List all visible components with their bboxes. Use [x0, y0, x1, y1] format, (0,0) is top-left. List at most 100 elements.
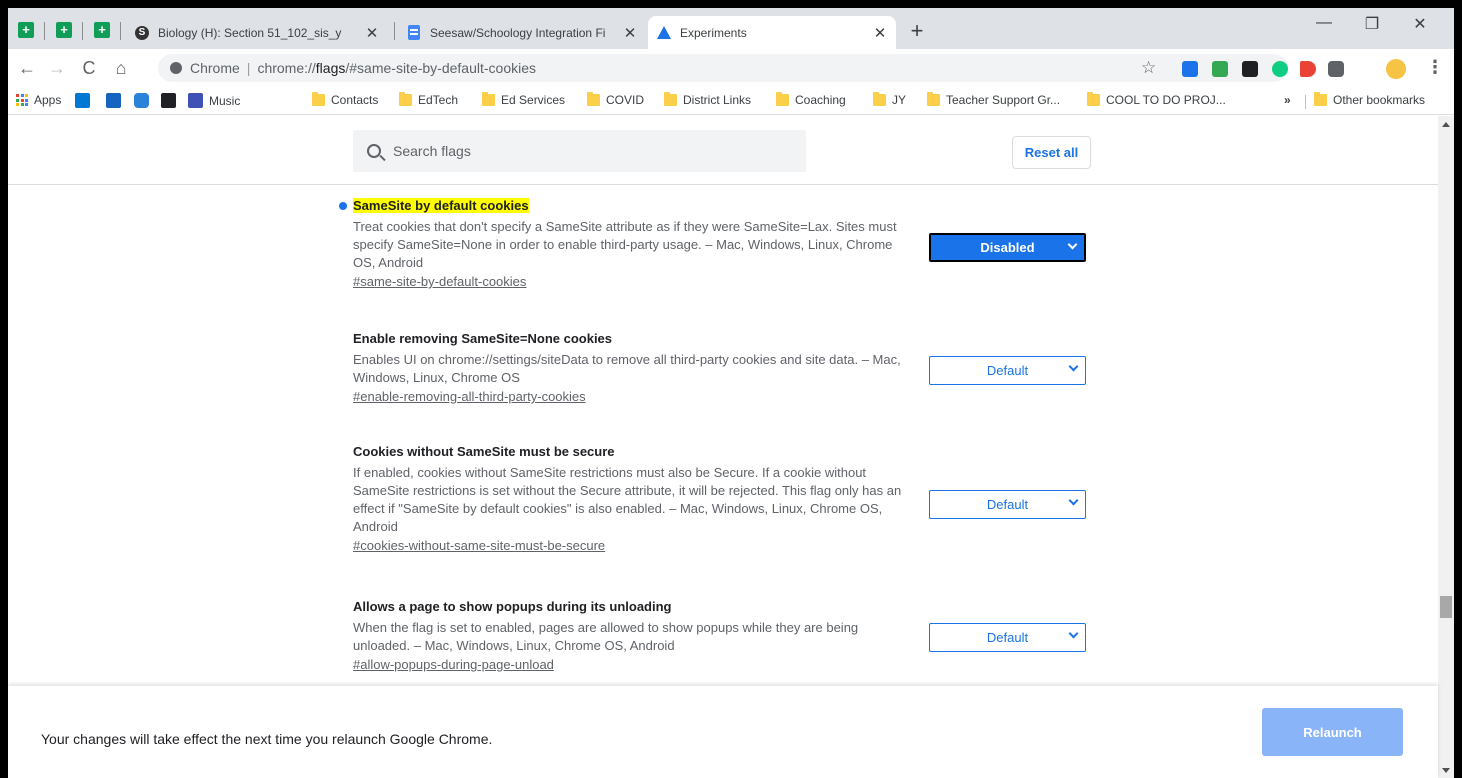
flag-link[interactable]: #cookies-without-same-site-must-be-secur…: [353, 536, 913, 556]
bookmarks-overflow-button[interactable]: »: [1284, 93, 1291, 107]
flag-select[interactable]: Disabled: [929, 233, 1086, 262]
browser-window: + + + S Biology (H): Section 51_102_sis_…: [8, 8, 1454, 778]
url-separator: |: [246, 60, 251, 76]
bookmark-separator: [1305, 95, 1306, 109]
pinned-tab-sheets-3[interactable]: +: [88, 16, 116, 44]
music-icon: [188, 93, 203, 108]
flag-title: SameSite by default cookies: [353, 198, 529, 213]
extension-green-icon[interactable]: [1212, 61, 1228, 77]
back-button[interactable]: ←: [16, 57, 38, 79]
modified-dot-icon: [339, 202, 347, 210]
bookmarks-bar: Apps Music Contacts EdTech Ed Services C…: [8, 87, 1454, 115]
flag-item: Allows a page to show popups during its …: [353, 599, 913, 675]
sheets-icon: +: [56, 22, 72, 38]
pinned-tab-sheets-1[interactable]: +: [12, 16, 40, 44]
folder-icon: [587, 92, 600, 106]
bookmark-teacher-support[interactable]: Teacher Support Gr...: [927, 92, 1060, 107]
flag-select[interactable]: Default: [929, 356, 1086, 385]
minimize-button[interactable]: —: [1306, 14, 1342, 32]
flag-select[interactable]: Default: [929, 490, 1086, 519]
tab-seesaw[interactable]: Seesaw/Schoology Integration Fi ✕: [398, 16, 646, 49]
bookmark-label: Other bookmarks: [1333, 93, 1426, 107]
toolbar: ← → C ⌂ Chrome | chrome://flags/#same-si…: [8, 49, 1454, 87]
flag-link[interactable]: #allow-popups-during-page-unload: [353, 655, 913, 675]
bookmark-cool-to-do[interactable]: COOL TO DO PROJ...: [1087, 92, 1226, 107]
bookmark-blue[interactable]: [106, 93, 121, 108]
bookmark-ed-services[interactable]: Ed Services: [482, 92, 566, 107]
bookmark-label: COOL TO DO PROJ...: [1106, 93, 1226, 107]
bookmark-coaching[interactable]: Coaching: [776, 92, 846, 107]
bookmark-star-icon[interactable]: ☆: [1141, 58, 1156, 78]
home-button[interactable]: ⌂: [110, 57, 132, 79]
flag-description: If enabled, cookies without SameSite res…: [353, 465, 902, 534]
bookmark-edtech[interactable]: EdTech: [399, 92, 459, 107]
reset-all-button[interactable]: Reset all: [1012, 136, 1091, 169]
select-value: Default: [986, 630, 1029, 645]
outlook-icon: [75, 93, 90, 108]
bookmark-chat[interactable]: [134, 93, 149, 108]
app-icon: [106, 93, 121, 108]
search-icon: [367, 144, 381, 158]
bookmark-label: EdTech: [418, 93, 459, 107]
site-label: Chrome: [190, 60, 240, 76]
address-bar[interactable]: Chrome | chrome://flags/#same-site-by-de…: [158, 54, 1288, 82]
flag-item: Cookies without SameSite must be secure …: [353, 444, 913, 556]
bookmark-outlook[interactable]: [75, 93, 90, 108]
bookmark-label: District Links: [683, 93, 752, 107]
chat-icon: [134, 93, 149, 108]
bookmark-music[interactable]: Music: [188, 93, 240, 108]
close-tab-icon[interactable]: ✕: [622, 24, 638, 42]
bookmark-label: Ed Services: [501, 93, 566, 107]
folder-icon: [399, 92, 412, 106]
folder-icon: [664, 92, 677, 106]
page-scrollbar[interactable]: [1438, 116, 1454, 778]
folder-icon: [482, 92, 495, 106]
scroll-down-icon[interactable]: [1442, 768, 1450, 773]
reload-button[interactable]: C: [78, 57, 100, 79]
extension-c-icon[interactable]: [1182, 61, 1198, 77]
scrollbar-thumb[interactable]: [1440, 596, 1452, 618]
chevron-down-icon: [1068, 361, 1079, 372]
extension-red-icon[interactable]: [1300, 61, 1316, 77]
flag-title: Allows a page to show popups during its …: [353, 599, 672, 614]
extension-square-icon[interactable]: [1242, 61, 1258, 77]
extensions-puzzle-icon[interactable]: [1328, 61, 1344, 77]
bookmark-jy[interactable]: JY: [873, 92, 906, 107]
tab-experiments[interactable]: Experiments ✕: [648, 16, 896, 49]
select-value: Default: [986, 363, 1029, 378]
bookmark-district-links[interactable]: District Links: [664, 92, 752, 107]
pinned-tab-sheets-2[interactable]: +: [50, 16, 78, 44]
bookmark-other[interactable]: Other bookmarks: [1314, 92, 1426, 107]
flag-item: SameSite by default cookies Treat cookie…: [339, 198, 913, 292]
chevron-down-icon: [1067, 239, 1078, 250]
flag-link[interactable]: #same-site-by-default-cookies: [353, 272, 913, 292]
scroll-up-icon[interactable]: [1442, 122, 1450, 127]
bookmark-label: COVID: [606, 93, 645, 107]
menu-icon[interactable]: ⋮: [1426, 57, 1444, 78]
close-tab-icon[interactable]: ✕: [364, 24, 380, 42]
document-icon: [161, 93, 176, 108]
flag-description: Enables UI on chrome://settings/siteData…: [353, 352, 901, 385]
restore-button[interactable]: ❐: [1354, 14, 1390, 34]
search-header: Search flags Reset all: [8, 116, 1438, 185]
bookmark-contacts[interactable]: Contacts: [312, 92, 378, 107]
tab-biology[interactable]: S Biology (H): Section 51_102_sis_y ✕: [126, 16, 388, 49]
bookmark-covid[interactable]: COVID: [587, 92, 645, 107]
bookmark-label: Music: [209, 93, 241, 108]
extension-circle-icon[interactable]: [1272, 61, 1288, 77]
relaunch-message: Your changes will take effect the next t…: [41, 731, 493, 747]
new-tab-button[interactable]: +: [905, 18, 929, 44]
flag-select[interactable]: Default: [929, 623, 1086, 652]
relaunch-button[interactable]: Relaunch: [1262, 708, 1403, 756]
close-tab-icon[interactable]: ✕: [872, 24, 888, 42]
bookmark-apps[interactable]: Apps: [16, 93, 61, 107]
search-input[interactable]: Search flags: [353, 130, 806, 172]
flag-link[interactable]: #enable-removing-all-third-party-cookies: [353, 387, 913, 407]
bookmark-docs[interactable]: [161, 93, 176, 108]
profile-avatar[interactable]: [1386, 59, 1406, 79]
tab-separator: [120, 22, 121, 40]
window-close-button[interactable]: ✕: [1402, 14, 1438, 34]
tab-title: Experiments: [680, 25, 747, 40]
flag-title: Cookies without SameSite must be secure: [353, 444, 615, 459]
forward-button[interactable]: →: [46, 57, 68, 79]
